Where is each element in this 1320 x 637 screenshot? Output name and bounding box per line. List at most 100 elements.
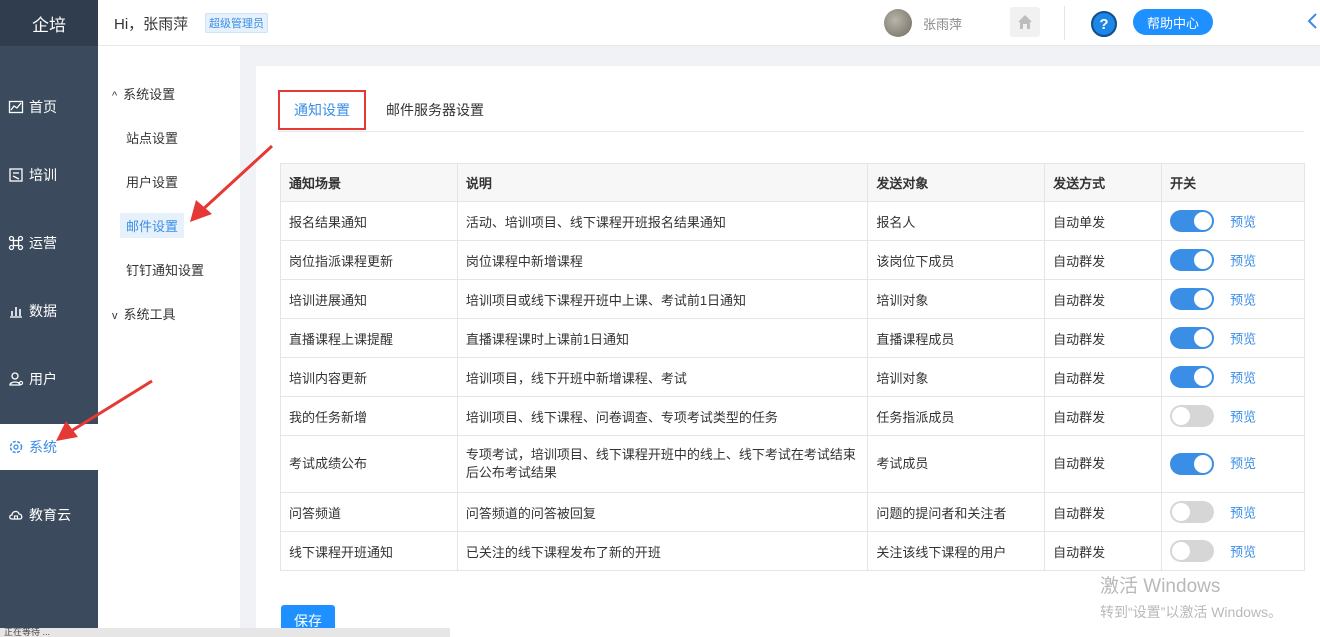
cell-target: 任务指派成员 — [867, 396, 1046, 436]
nav-item-training[interactable]: 培训 — [0, 152, 98, 198]
col-header-method: 发送方式 — [1044, 163, 1163, 202]
toggle-switch[interactable] — [1170, 327, 1215, 349]
subnav-group-system-tools[interactable]: v 系统工具 — [112, 304, 176, 323]
table-row: 我的任务新增 培训项目、线下课程、问卷调查、专项考试类型的任务 任务指派成员 自动群发… — [280, 396, 1305, 436]
preview-link[interactable]: 预览 — [1230, 371, 1256, 386]
table-row: 报名结果通知 活动、培训项目、线下课程开班报名结果通知 报名人 自动单发 预览 — [280, 201, 1305, 241]
nav-label: 教育云 — [29, 507, 71, 523]
cell-switch: 预览 — [1161, 279, 1305, 319]
watermark-line1: 激活 Windows — [1100, 576, 1221, 597]
toggle-knob — [1194, 290, 1213, 308]
nav-item-edu-cloud[interactable]: 教育云 — [0, 492, 98, 538]
book-icon — [9, 168, 23, 182]
col-header-scene: 通知场景 — [280, 163, 458, 202]
table-header-row: 通知场景 说明 发送对象 发送方式 开关 — [280, 163, 1305, 202]
table-row: 培训进展通知 培训项目或线下课程开班中上课、考试前1日通知 培训对象 自动群发 预览 — [280, 279, 1305, 319]
tab-mail-server-settings[interactable]: 邮件服务器设置 — [386, 90, 484, 130]
subnav-item-dingtalk-settings[interactable]: 钉钉通知设置 — [126, 260, 204, 279]
subnav-item-mail-settings[interactable]: 邮件设置 — [120, 213, 185, 238]
nav-item-data[interactable]: 数据 — [0, 288, 98, 334]
cell-switch: 预览 — [1161, 492, 1305, 532]
col-header-target: 发送对象 — [867, 163, 1046, 202]
collapse-arrow-icon[interactable] — [1306, 12, 1318, 30]
nav-label: 首页 — [29, 99, 57, 115]
preview-link[interactable]: 预览 — [1230, 332, 1256, 347]
cell-method: 自动单发 — [1044, 201, 1163, 241]
home-button[interactable] — [1010, 7, 1040, 37]
cell-desc: 问答频道的问答被回复 — [456, 492, 869, 532]
content-panel: 通知设置 邮件服务器设置 通知场景 说明 发送对象 发送方式 开关 报名结果通知… — [256, 66, 1320, 637]
avatar[interactable] — [884, 9, 912, 37]
preview-link[interactable]: 预览 — [1230, 456, 1256, 471]
cell-scene: 报名结果通知 — [280, 201, 458, 241]
cell-method: 自动群发 — [1044, 435, 1163, 493]
toggle-switch[interactable] — [1170, 249, 1215, 271]
greeting: Hi，张雨萍 — [114, 16, 189, 33]
preview-link[interactable]: 预览 — [1230, 506, 1256, 521]
cell-desc: 专项考试，培训项目、线下课程开班中的线上、线下考试在考试结束后公布考试结果 — [456, 435, 869, 493]
preview-link[interactable]: 预览 — [1230, 254, 1256, 269]
preview-link[interactable]: 预览 — [1230, 293, 1256, 308]
cell-target: 直播课程成员 — [867, 318, 1046, 358]
cell-desc: 直播课程课时上课前1日通知 — [456, 318, 869, 358]
col-header-desc: 说明 — [456, 163, 869, 202]
preview-link[interactable]: 预览 — [1230, 410, 1256, 425]
toggle-switch[interactable] — [1170, 366, 1215, 388]
subnav-group-label: 系统设置 — [123, 87, 176, 102]
subnav-group-system-settings[interactable]: ^ 系统设置 — [112, 84, 175, 103]
tab-notification-settings[interactable]: 通知设置 — [278, 90, 366, 130]
nav-item-home[interactable]: 首页 — [0, 84, 98, 130]
left-nav: 企培 首页 培训 运营 数据 用户 系统 教育云 — [0, 0, 98, 637]
cell-method: 自动群发 — [1044, 279, 1163, 319]
cell-desc: 培训项目或线下课程开班中上课、考试前1日通知 — [456, 279, 869, 319]
command-icon — [8, 235, 24, 251]
cell-method: 自动群发 — [1044, 492, 1163, 532]
toggle-knob — [1172, 542, 1191, 560]
help-question-icon[interactable]: ? — [1091, 11, 1117, 37]
divider — [1064, 6, 1065, 40]
help-center-button[interactable]: 帮助中心 — [1133, 9, 1214, 35]
cell-target: 报名人 — [867, 201, 1046, 241]
gear-icon — [9, 440, 23, 454]
nav-label: 数据 — [29, 303, 57, 319]
cell-switch: 预览 — [1161, 357, 1305, 397]
chevron-up-icon: ^ — [112, 90, 118, 102]
annotation-arrow-icon — [190, 144, 274, 222]
table-row: 直播课程上课提醒 直播课程课时上课前1日通知 直播课程成员 自动群发 预览 — [280, 318, 1305, 358]
user-icon — [9, 372, 24, 386]
col-header-switch: 开关 — [1161, 163, 1305, 202]
preview-link[interactable]: 预览 — [1230, 215, 1256, 230]
table-row: 培训内容更新 培训项目，线下开班中新增课程、考试 培训对象 自动群发 预览 — [280, 357, 1305, 397]
windows-activation-watermark: 激活 Windows 转到“设置”以激活 Windows。 — [1100, 571, 1282, 622]
toggle-switch[interactable] — [1170, 453, 1215, 475]
nav-item-operations[interactable]: 运营 — [0, 220, 98, 266]
toggle-switch[interactable] — [1170, 288, 1215, 310]
cell-desc: 岗位课程中新增课程 — [456, 240, 869, 280]
brand-logo: 企培 — [0, 0, 98, 46]
toggle-switch[interactable] — [1170, 540, 1215, 562]
toggle-switch[interactable] — [1170, 405, 1215, 427]
cell-scene: 考试成绩公布 — [280, 435, 458, 493]
cell-switch: 预览 — [1161, 201, 1305, 241]
toggle-knob — [1172, 407, 1191, 425]
toggle-switch[interactable] — [1170, 210, 1215, 232]
cell-method: 自动群发 — [1044, 318, 1163, 358]
tab-bar: 通知设置 邮件服务器设置 — [278, 90, 1304, 132]
cell-method: 自动群发 — [1044, 240, 1163, 280]
top-header: Hi，张雨萍 超级管理员 张雨萍 ? 帮助中心 — [98, 0, 1320, 46]
cell-switch: 预览 — [1161, 531, 1305, 571]
cell-switch: 预览 — [1161, 396, 1305, 436]
table-row: 线下课程开班通知 已关注的线下课程发布了新的开班 关注该线下课程的用户 自动群发 预览 — [280, 531, 1305, 571]
browser-status-bar: 正在等待 ... — [0, 628, 450, 637]
subnav-item-user-settings[interactable]: 用户设置 — [126, 172, 178, 191]
bar-chart-icon — [10, 307, 22, 318]
username[interactable]: 张雨萍 — [923, 14, 962, 33]
toggle-knob — [1194, 368, 1213, 386]
preview-link[interactable]: 预览 — [1230, 545, 1256, 560]
sub-nav: ^ 系统设置 站点设置 用户设置 邮件设置 钉钉通知设置 v 系统工具 — [98, 46, 240, 637]
cell-target: 问题的提问者和关注者 — [867, 492, 1046, 532]
subnav-item-site-settings[interactable]: 站点设置 — [126, 128, 178, 147]
home-icon — [1018, 15, 1032, 29]
cell-scene: 直播课程上课提醒 — [280, 318, 458, 358]
toggle-switch[interactable] — [1170, 501, 1215, 523]
